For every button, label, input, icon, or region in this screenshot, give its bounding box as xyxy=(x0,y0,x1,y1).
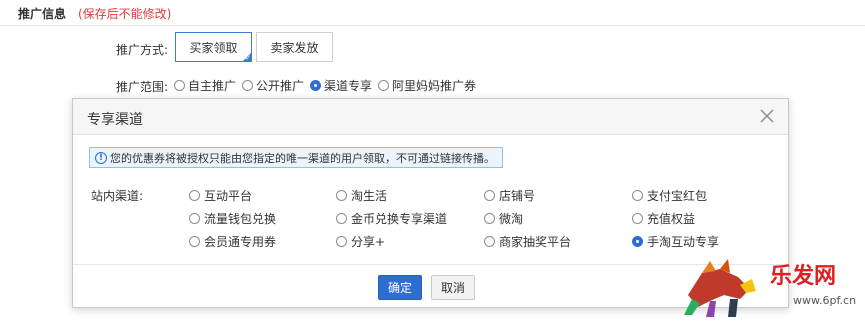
scope-option-alimama[interactable]: 阿里妈妈推广券 xyxy=(378,77,476,94)
radio-checked-icon[interactable] xyxy=(632,236,643,247)
channel-option-label: 店铺号 xyxy=(499,189,536,203)
cancel-button[interactable]: 取消 xyxy=(431,275,475,300)
radio-icon[interactable] xyxy=(336,236,347,247)
scope-option-public[interactable]: 公开推广 xyxy=(242,77,304,94)
scope-radio-group: 自主推广 公开推广 渠道专享 阿里妈妈推广券 xyxy=(174,77,482,94)
section-note: (保存后不能修改) xyxy=(78,7,172,21)
channel-option-recharge[interactable]: 充值权益 xyxy=(632,210,695,227)
notice-banner: ! 您的优惠券将被授权只能由您指定的唯一渠道的用户领取，不可通过链接传播。 xyxy=(89,147,503,168)
confirm-button[interactable]: 确定 xyxy=(378,275,422,300)
channel-option-label: 分享+ xyxy=(351,235,386,249)
channel-option-label: 充值权益 xyxy=(647,212,696,226)
radio-icon[interactable] xyxy=(336,190,347,201)
channel-label: 站内渠道: xyxy=(91,189,144,203)
channel-option-dianpuhao[interactable]: 店铺号 xyxy=(484,187,535,204)
radio-icon[interactable] xyxy=(189,213,200,224)
channel-option-label: 手淘互动专享 xyxy=(647,235,720,249)
section-header: 推广信息 (保存后不能修改) xyxy=(0,0,865,26)
method-option-seller-issue[interactable]: 卖家发放 xyxy=(256,32,333,62)
radio-icon[interactable] xyxy=(632,213,643,224)
radio-icon[interactable] xyxy=(484,213,495,224)
scope-option-label: 阿里妈妈推广券 xyxy=(392,79,477,93)
notice-text: 您的优惠券将被授权只能由您指定的唯一渠道的用户领取，不可通过链接传播。 xyxy=(110,151,495,165)
radio-icon[interactable] xyxy=(336,213,347,224)
channel-option-member[interactable]: 会员通专用券 xyxy=(189,233,276,250)
channel-option-taoshenghuo[interactable]: 淘生活 xyxy=(336,187,387,204)
method-option-label: 卖家发放 xyxy=(270,40,319,55)
method-option-label: 买家领取 xyxy=(189,40,238,55)
channel-option-label: 支付宝红包 xyxy=(647,189,708,203)
channel-option-label: 微淘 xyxy=(499,212,524,226)
channel-option-alipay-redpacket[interactable]: 支付宝红包 xyxy=(632,187,707,204)
radio-icon[interactable] xyxy=(242,80,254,91)
radio-icon[interactable] xyxy=(632,190,643,201)
channel-option-label: 商家抽奖平台 xyxy=(499,235,572,249)
channel-option-shoutao[interactable]: 手淘互动专享 xyxy=(632,233,719,250)
channel-option-label: 会员通专用券 xyxy=(204,235,277,249)
radio-icon[interactable] xyxy=(189,236,200,247)
channel-option-label: 金币兑换专享渠道 xyxy=(351,212,448,226)
scope-label: 推广范围: xyxy=(116,80,169,94)
channel-option-share-plus[interactable]: 分享+ xyxy=(336,233,385,250)
scope-option-label: 自主推广 xyxy=(188,79,237,93)
channel-option-label: 互动平台 xyxy=(204,189,253,203)
radio-checked-icon[interactable] xyxy=(310,80,322,91)
channel-option-label: 流量钱包兑换 xyxy=(204,212,277,226)
method-label: 推广方式: xyxy=(116,43,169,57)
radio-icon[interactable] xyxy=(174,80,185,91)
modal-title: 专享渠道 xyxy=(87,112,143,128)
radio-icon[interactable] xyxy=(189,190,200,201)
info-icon: ! xyxy=(95,151,107,164)
scope-option-label: 公开推广 xyxy=(256,79,305,93)
scope-option-label: 渠道专享 xyxy=(324,79,373,93)
close-icon[interactable] xyxy=(758,107,776,125)
channel-option-lottery[interactable]: 商家抽奖平台 xyxy=(484,233,571,250)
scope-option-self[interactable]: 自主推广 xyxy=(174,77,236,94)
channel-option-label: 淘生活 xyxy=(351,189,388,203)
check-icon: ✓ xyxy=(245,54,251,62)
channel-option-hudong[interactable]: 互动平台 xyxy=(189,187,252,204)
watermark-logo-text: 乐发网 xyxy=(770,263,837,289)
channel-option-weitao[interactable]: 微淘 xyxy=(484,210,523,227)
watermark-url: www.6pf.cn xyxy=(793,294,857,307)
modal-header: 专享渠道 xyxy=(73,99,788,135)
section-title: 推广信息 xyxy=(18,7,67,21)
radio-icon[interactable] xyxy=(484,236,495,247)
method-option-buyer-claim[interactable]: 买家领取 ✓ xyxy=(175,32,252,62)
channel-option-gold-coin[interactable]: 金币兑换专享渠道 xyxy=(336,210,447,227)
channel-option-traffic-wallet[interactable]: 流量钱包兑换 xyxy=(189,210,276,227)
radio-icon[interactable] xyxy=(378,80,390,91)
scope-option-channel[interactable]: 渠道专享 xyxy=(310,77,372,94)
radio-icon[interactable] xyxy=(484,190,495,201)
